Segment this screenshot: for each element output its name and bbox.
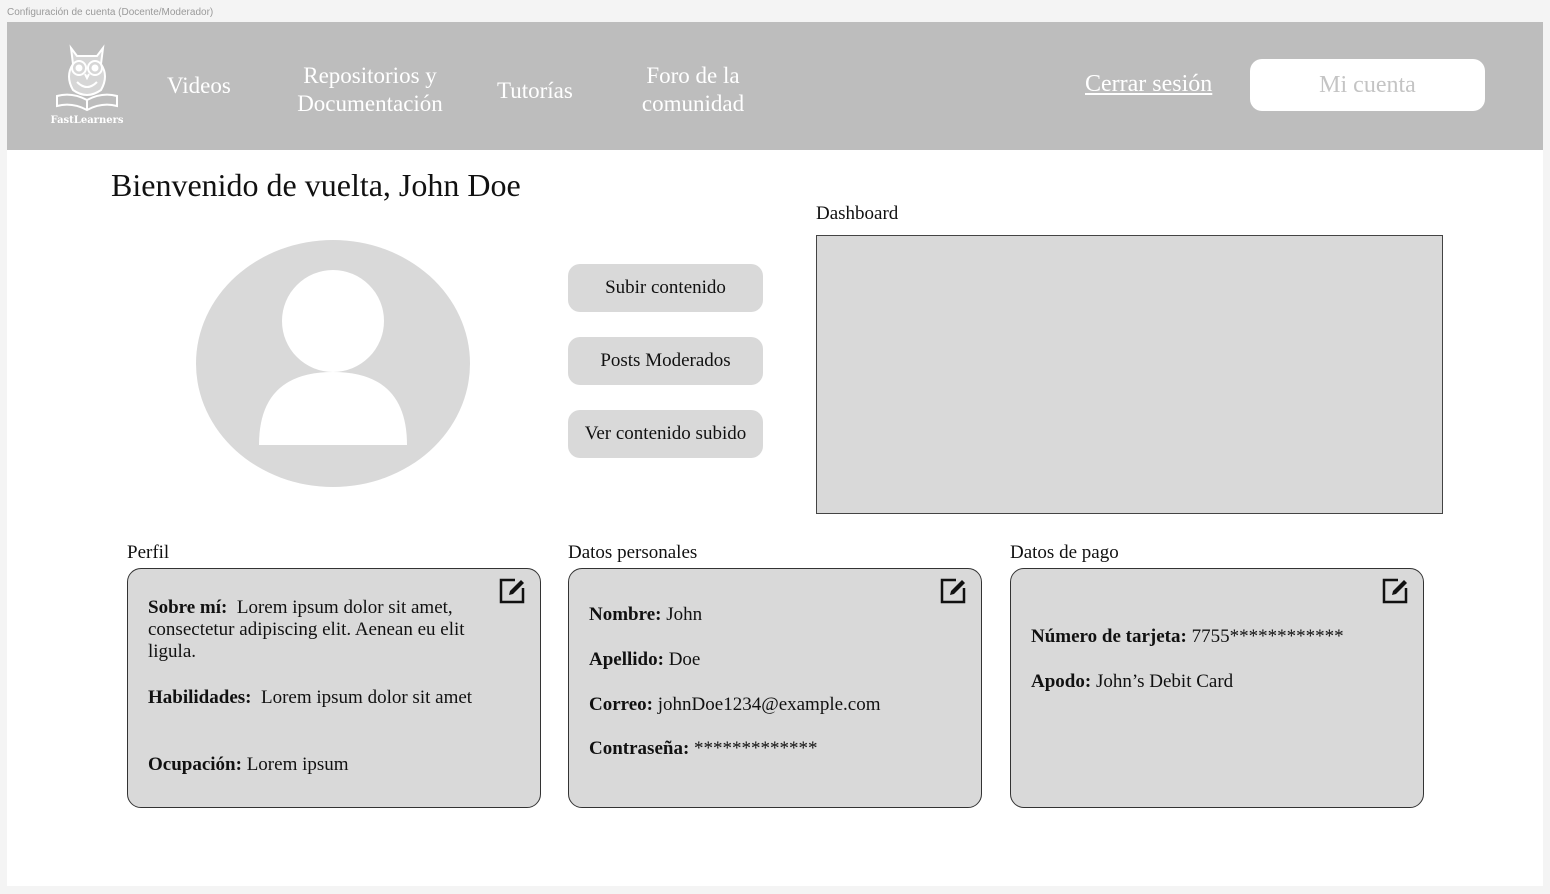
- frame-title: Configuración de cuenta (Docente/Moderad…: [7, 7, 214, 18]
- welcome-heading: Bienvenido de vuelta, John Doe: [111, 167, 521, 203]
- upload-content-button[interactable]: Subir contenido: [568, 264, 763, 312]
- profile-about-key: Sobre mí:: [148, 597, 228, 618]
- profile-about: Sobre mí: Lorem ipsum dolor sit amet, co…: [148, 597, 478, 663]
- profile-skills-value: Lorem ipsum dolor sit amet: [260, 687, 473, 708]
- personal-name-value: John: [666, 604, 703, 625]
- avatar[interactable]: [196, 240, 470, 487]
- view-uploaded-content-button[interactable]: Ver contenido subido: [568, 410, 763, 458]
- nav-tutorials[interactable]: Tutorías: [497, 77, 573, 105]
- personal-surname: Apellido: Doe: [589, 649, 969, 671]
- owl-logo-icon: [56, 44, 118, 112]
- edit-icon[interactable]: [1380, 576, 1410, 606]
- edit-icon[interactable]: [938, 576, 968, 606]
- nav-repositories[interactable]: Repositorios y Documentación: [279, 62, 461, 118]
- personal-data-section-label: Datos personales: [568, 542, 698, 563]
- profile-occupation-value: Lorem ipsum: [246, 754, 349, 775]
- nav-repositories-line1: Repositorios y: [303, 63, 437, 88]
- account-settings-page: FastLearners Videos Repositorios y Docum…: [7, 22, 1543, 886]
- personal-email-key: Correo:: [589, 694, 654, 715]
- personal-surname-value: Doe: [668, 649, 701, 670]
- personal-email: Correo: johnDoe1234@example.com: [589, 694, 969, 716]
- payment-card-number-key: Número de tarjeta:: [1031, 626, 1187, 647]
- edit-icon[interactable]: [497, 576, 527, 606]
- brand-name: FastLearners: [50, 115, 124, 126]
- brand-logo[interactable]: FastLearners: [47, 42, 127, 132]
- personal-password: Contraseña: *************: [589, 738, 969, 760]
- payment-data-card: Número de tarjeta: 7755************ Apod…: [1010, 568, 1424, 808]
- personal-surname-key: Apellido:: [589, 649, 664, 670]
- nav-repositories-line2: Documentación: [297, 91, 443, 116]
- profile-occupation-key: Ocupación:: [148, 754, 242, 775]
- personal-email-value: johnDoe1234@example.com: [657, 694, 881, 715]
- payment-card-alias-value: John’s Debit Card: [1095, 671, 1234, 692]
- my-account-button[interactable]: Mi cuenta: [1250, 59, 1485, 111]
- dashboard-label: Dashboard: [816, 203, 899, 224]
- user-silhouette-icon: [259, 270, 407, 445]
- payment-card-number: Número de tarjeta: 7755************: [1031, 626, 1411, 648]
- profile-skills: Habilidades: Lorem ipsum dolor sit amet: [148, 687, 478, 709]
- payment-card-alias: Apodo: John’s Debit Card: [1031, 671, 1411, 693]
- payment-card-alias-key: Apodo:: [1031, 671, 1092, 692]
- profile-section-label: Perfil: [127, 542, 170, 563]
- profile-card: Sobre mí: Lorem ipsum dolor sit amet, co…: [127, 568, 541, 808]
- logout-link[interactable]: Cerrar sesión: [1085, 71, 1212, 98]
- nav-community-forum[interactable]: Foro de la comunidad: [629, 62, 757, 118]
- payment-data-section-label: Datos de pago: [1010, 542, 1119, 563]
- profile-occupation: Ocupación: Lorem ipsum: [148, 754, 478, 776]
- nav-forum-line2: comunidad: [641, 91, 745, 116]
- top-navbar: FastLearners Videos Repositorios y Docum…: [7, 22, 1543, 150]
- personal-password-value: *************: [694, 738, 818, 759]
- dashboard-panel: [816, 235, 1443, 514]
- personal-name: Nombre: John: [589, 604, 969, 626]
- profile-skills-key: Habilidades:: [148, 687, 252, 708]
- personal-name-key: Nombre:: [589, 604, 662, 625]
- nav-forum-line1: Foro de la: [646, 63, 740, 88]
- nav-videos[interactable]: Videos: [167, 72, 231, 100]
- payment-card-number-value: 7755************: [1191, 626, 1344, 647]
- personal-password-key: Contraseña:: [589, 738, 690, 759]
- personal-data-card: Nombre: John Apellido: Doe Correo: johnD…: [568, 568, 982, 808]
- moderated-posts-button[interactable]: Posts Moderados: [568, 337, 763, 385]
